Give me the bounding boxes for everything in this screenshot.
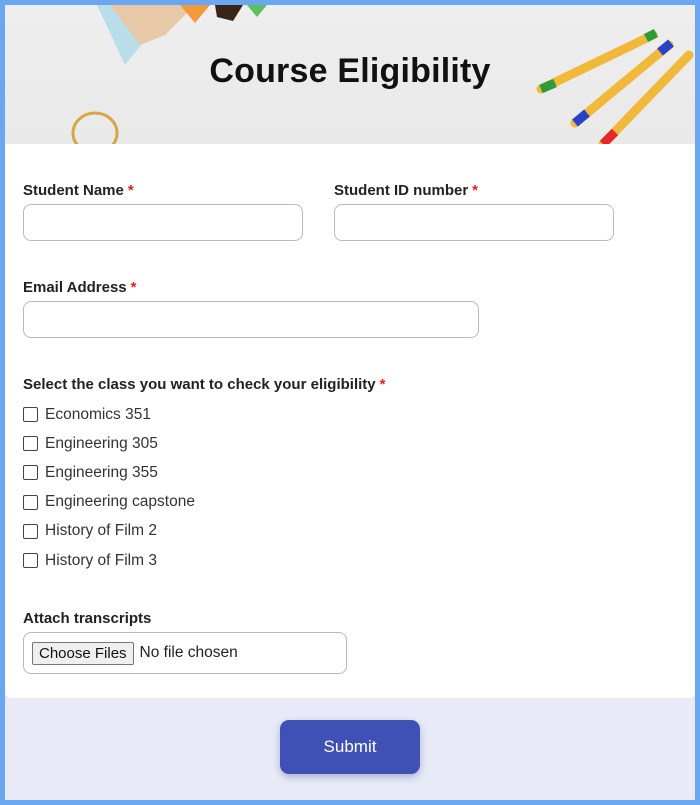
class-option[interactable]: Economics 351: [23, 400, 195, 429]
paper-green: [247, 5, 267, 17]
email-label: Email Address *: [23, 279, 137, 296]
class-option-label: History of Film 3: [45, 551, 157, 569]
class-option-label: Engineering 305: [45, 434, 158, 452]
student-id-label-text: Student ID number: [334, 182, 469, 199]
paper-dark: [215, 5, 243, 21]
class-option-label: Engineering capstone: [45, 493, 195, 511]
class-option-label: Engineering 355: [45, 463, 158, 481]
student-name-label: Student Name *: [23, 182, 134, 199]
choose-files-button[interactable]: Choose Files: [32, 641, 134, 665]
rubber-band: [71, 111, 119, 144]
file-status-text: No file chosen: [139, 644, 238, 661]
class-option[interactable]: Engineering capstone: [23, 488, 195, 517]
checkbox[interactable]: [23, 465, 38, 481]
checkbox[interactable]: [23, 553, 38, 569]
class-option[interactable]: Engineering 305: [23, 429, 195, 458]
page-frame: Course Eligibility Student Name * Student…: [5, 5, 695, 800]
classes-label-text: Select the class you want to check your …: [23, 376, 376, 393]
checkbox[interactable]: [23, 436, 38, 452]
page-title: Course Eligibility: [209, 52, 491, 90]
file-upload-field[interactable]: Choose Files No file chosen: [23, 632, 347, 674]
checkbox[interactable]: [23, 523, 38, 539]
form-card: Student Name * Student ID number * Email A…: [5, 144, 695, 698]
class-option[interactable]: History of Film 2: [23, 517, 195, 546]
required-mark: *: [472, 182, 479, 199]
student-name-input[interactable]: [23, 204, 303, 241]
class-options: Economics 351 Engineering 305 Engineerin…: [23, 400, 195, 575]
class-option[interactable]: Engineering 355: [23, 458, 195, 487]
submit-button[interactable]: Submit: [280, 720, 420, 774]
class-option-label: History of Film 2: [45, 522, 157, 540]
student-id-input[interactable]: [334, 204, 614, 241]
required-mark: *: [127, 182, 134, 199]
required-mark: *: [130, 279, 137, 296]
checkbox[interactable]: [23, 407, 38, 423]
class-option[interactable]: History of Film 3: [23, 546, 195, 575]
required-mark: *: [379, 376, 386, 393]
student-name-label-text: Student Name: [23, 182, 124, 199]
class-option-label: Economics 351: [45, 405, 151, 423]
email-label-text: Email Address: [23, 279, 127, 296]
attach-label: Attach transcripts: [23, 610, 152, 627]
checkbox[interactable]: [23, 494, 38, 510]
student-id-label: Student ID number *: [334, 182, 478, 199]
classes-label: Select the class you want to check your …: [23, 376, 385, 393]
email-input[interactable]: [23, 301, 479, 338]
header-banner: Course Eligibility: [5, 5, 695, 144]
